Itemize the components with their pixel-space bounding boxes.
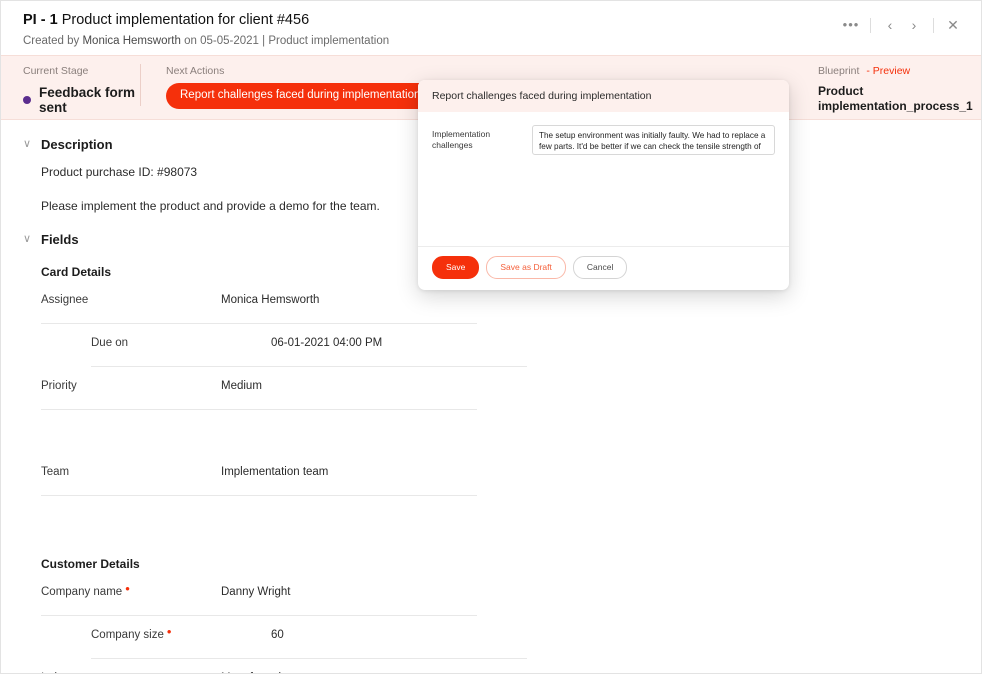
dialog-title: Report challenges faced during implement… (418, 80, 789, 112)
chevron-down-icon[interactable]: ∨ (23, 139, 37, 150)
field-row: Assignee Monica Hemsworth (41, 281, 477, 324)
field-value[interactable]: Danny Wright (221, 585, 290, 600)
required-asterisk-icon: • (166, 624, 172, 639)
blueprint-preview-link[interactable]: - Preview (866, 65, 910, 77)
field-label-text: Priority (41, 380, 77, 392)
blueprint-name: Product implementation_process_1 (818, 84, 973, 113)
field-label-text: Due on (91, 337, 129, 349)
next-action-button[interactable]: Report challenges faced during implement… (166, 83, 435, 109)
current-stage-label: Current Stage (23, 65, 89, 77)
page-title: PI - 1 Product implementation for client… (23, 11, 961, 29)
next-action-dialog: Report challenges faced during implement… (418, 80, 789, 290)
next-card-button[interactable]: › (902, 14, 926, 36)
field-label-text: Assignee (41, 294, 89, 306)
card-detail-window: PI - 1 Product implementation for client… (0, 0, 982, 674)
meta-separator: | (262, 35, 266, 47)
field-row: Priority Medium (41, 367, 477, 410)
header-divider-1 (870, 17, 871, 33)
chevron-right-icon: › (911, 17, 917, 33)
field-label-text: Team (41, 466, 70, 478)
header-actions: ••• ‹ › ✕ (839, 14, 965, 36)
field-value[interactable]: Medium (221, 379, 262, 394)
current-stage-value: Feedback form sent (39, 85, 136, 115)
field-label: Team (41, 465, 221, 480)
card-title: Product implementation for client #456 (61, 12, 310, 28)
current-stage-value-row: Feedback form sent (23, 85, 141, 115)
blueprint-section: Blueprint - Preview Product implementati… (806, 56, 981, 114)
current-stage-section: Current Stage Feedback form sent (1, 56, 141, 115)
previous-card-button[interactable]: ‹ (878, 14, 902, 36)
card-id: PI - 1 (23, 12, 58, 28)
dialog-body: Implementation challenges The setup envi… (418, 112, 789, 246)
save-as-draft-button[interactable]: Save as Draft (486, 256, 566, 279)
field-row-empty (91, 410, 527, 453)
fields-section-title: Fields (41, 232, 79, 247)
description-section-title: Description (41, 137, 113, 152)
close-button[interactable]: ✕ (941, 14, 965, 36)
created-by-prefix: Created by (23, 35, 80, 47)
card-meta: Created by Monica Hemsworth on 05-05-202… (23, 34, 961, 48)
field-label-text: Company name (41, 586, 123, 598)
save-button[interactable]: Save (432, 256, 480, 279)
created-on-date: on 05-05-2021 (184, 35, 259, 47)
field-label: Due on (91, 336, 271, 351)
dialog-field-label: Implementation challenges (432, 129, 491, 150)
field-row: Due on 06-01-2021 04:00 PM (91, 324, 527, 367)
field-value[interactable]: Monica Hemsworth (221, 293, 319, 308)
field-value[interactable]: Implementation team (221, 465, 328, 480)
header-divider-2 (933, 17, 934, 33)
field-row: Team Implementation team (41, 453, 477, 496)
close-icon: ✕ (947, 16, 959, 33)
card-header: PI - 1 Product implementation for client… (1, 1, 981, 55)
required-asterisk-icon: • (125, 581, 130, 596)
chevron-left-icon: ‹ (887, 17, 893, 33)
chevron-down-icon[interactable]: ∨ (23, 234, 37, 245)
implementation-challenges-textarea[interactable]: The setup environment was initially faul… (532, 125, 775, 155)
dialog-footer: Save Save as Draft Cancel (418, 246, 789, 290)
cancel-button[interactable]: Cancel (572, 256, 628, 279)
blueprint-reference: Product implementation (268, 35, 390, 47)
field-label: Priority (41, 379, 221, 394)
next-actions-label: Next Actions (166, 65, 225, 77)
field-group-customer-details: Company name • Danny Wright Company size… (23, 573, 959, 673)
stage-status-dot-icon (23, 96, 31, 104)
field-value[interactable]: 06-01-2021 04:00 PM (271, 336, 382, 351)
field-row: Industry Manufacturing (41, 659, 477, 673)
field-row: Company name • Danny Wright (41, 573, 477, 616)
field-label: Company size • (91, 624, 271, 643)
ellipsis-icon: ••• (842, 17, 860, 32)
field-row: Company size • 60 (91, 616, 527, 659)
blueprint-head: Blueprint - Preview (818, 65, 981, 78)
created-by-user: Monica Hemsworth (82, 35, 181, 47)
field-label: Company name • (41, 581, 221, 600)
field-group-title: Customer Details (41, 557, 140, 571)
field-group-card-details: Assignee Monica Hemsworth Due on 06-01-2… (23, 281, 959, 539)
blueprint-label: Blueprint (818, 65, 860, 77)
field-value[interactable]: 60 (271, 628, 284, 643)
field-label-text: Company size (91, 629, 164, 641)
more-options-button[interactable]: ••• (839, 14, 863, 36)
field-label: Assignee (41, 293, 221, 308)
field-row-empty (91, 496, 527, 539)
